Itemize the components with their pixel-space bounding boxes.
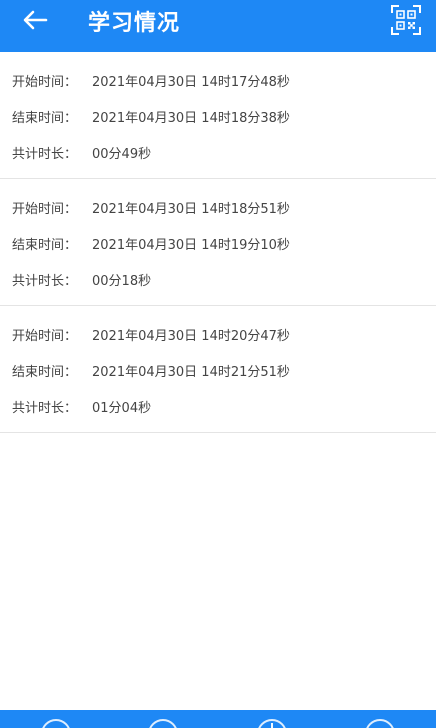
start-time-row: 开始时间： 2021年04月30日 14时18分51秒 xyxy=(0,189,436,225)
record-list: 开始时间： 2021年04月30日 14时17分48秒 结束时间： 2021年0… xyxy=(0,52,436,433)
back-button[interactable] xyxy=(20,8,50,32)
bottom-nav-item-2[interactable] xyxy=(148,719,178,728)
duration-row: 共计时长： 00分18秒 xyxy=(0,261,436,297)
header-bar: 学习情况 xyxy=(0,0,436,52)
record-card: 开始时间： 2021年04月30日 14时18分51秒 结束时间： 2021年0… xyxy=(0,179,436,306)
start-time-label: 开始时间： xyxy=(12,201,78,217)
qr-code-scan-icon xyxy=(391,5,421,35)
end-time-value: 2021年04月30日 14时21分51秒 xyxy=(92,364,290,380)
end-time-value: 2021年04月30日 14时19分10秒 xyxy=(92,237,290,253)
duration-row: 共计时长： 00分49秒 xyxy=(0,134,436,170)
qr-scan-button[interactable] xyxy=(389,3,423,37)
start-time-value: 2021年04月30日 14时18分51秒 xyxy=(92,201,290,217)
page-title: 学习情况 xyxy=(88,11,181,36)
record-card: 开始时间： 2021年04月30日 14时17分48秒 结束时间： 2021年0… xyxy=(0,52,436,179)
bottom-nav-bar xyxy=(0,710,436,728)
bottom-nav-item-3[interactable] xyxy=(257,719,287,728)
start-time-label: 开始时间： xyxy=(12,74,78,90)
duration-label: 共计时长： xyxy=(12,273,78,289)
nav-item-3-icon xyxy=(271,723,273,728)
duration-row: 共计时长： 01分04秒 xyxy=(0,388,436,424)
bottom-nav-item-1[interactable] xyxy=(41,719,71,728)
end-time-row: 结束时间： 2021年04月30日 14时19分10秒 xyxy=(0,225,436,261)
duration-label: 共计时长： xyxy=(12,146,78,162)
end-time-row: 结束时间： 2021年04月30日 14时18分38秒 xyxy=(0,98,436,134)
end-time-value: 2021年04月30日 14时18分38秒 xyxy=(92,110,290,126)
duration-value: 01分04秒 xyxy=(92,400,152,416)
start-time-label: 开始时间： xyxy=(12,328,78,344)
end-time-label: 结束时间： xyxy=(12,110,78,126)
record-card: 开始时间： 2021年04月30日 14时20分47秒 结束时间： 2021年0… xyxy=(0,306,436,433)
duration-value: 00分18秒 xyxy=(92,273,152,289)
bottom-nav-item-4[interactable] xyxy=(365,719,395,728)
app-root: 学习情况 开始时间： 2021年04月30日 14时17分48秒 结束时间： 2… xyxy=(0,0,436,728)
arrow-left-icon xyxy=(23,10,48,30)
end-time-label: 结束时间： xyxy=(12,237,78,253)
duration-value: 00分49秒 xyxy=(92,146,152,162)
start-time-row: 开始时间： 2021年04月30日 14时20分47秒 xyxy=(0,316,436,352)
start-time-value: 2021年04月30日 14时17分48秒 xyxy=(92,74,290,90)
start-time-row: 开始时间： 2021年04月30日 14时17分48秒 xyxy=(0,62,436,98)
end-time-label: 结束时间： xyxy=(12,364,78,380)
start-time-value: 2021年04月30日 14时20分47秒 xyxy=(92,328,290,344)
end-time-row: 结束时间： 2021年04月30日 14时21分51秒 xyxy=(0,352,436,388)
duration-label: 共计时长： xyxy=(12,400,78,416)
